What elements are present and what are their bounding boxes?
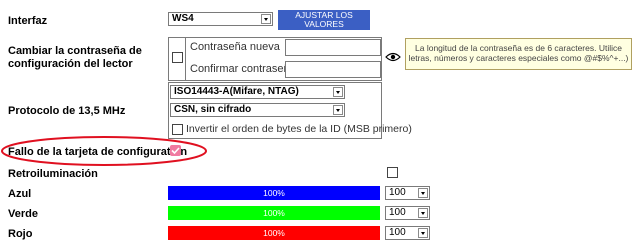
red-level-bar[interactable]: 100%	[168, 226, 380, 240]
chevron-down-icon	[418, 208, 428, 218]
confirm-password-field[interactable]	[285, 61, 381, 78]
backlight-label: Retroiluminación	[8, 168, 98, 180]
chevron-down-icon	[418, 228, 428, 238]
blue-level-bar[interactable]: 100%	[168, 186, 380, 200]
chevron-down-icon	[418, 188, 428, 198]
password-section-label: Cambiar la contraseña de configuración d…	[8, 45, 142, 70]
protocol-label: Protocolo de 13,5 MHz	[8, 105, 126, 117]
protocol-mode-value: CSN, sin cifrado	[174, 104, 252, 115]
chevron-down-icon	[333, 105, 343, 115]
interfaz-select-value: WS4	[172, 13, 194, 24]
eye-icon[interactable]	[385, 51, 401, 63]
divider	[185, 37, 186, 81]
green-level-bar[interactable]: 100%	[168, 206, 380, 220]
chevron-down-icon	[261, 14, 271, 24]
red-label: Rojo	[8, 228, 33, 240]
new-password-field[interactable]	[285, 39, 381, 56]
blue-label: Azul	[8, 188, 32, 200]
chevron-down-icon	[333, 87, 343, 97]
reset-defaults-button[interactable]: AJUSTAR LOS VALORES PREDETERMINADOS DE W…	[278, 10, 370, 47]
protocol-mode-select[interactable]: CSN, sin cifrado	[170, 103, 345, 117]
protocol-standard-select[interactable]: ISO14443-A(Mifare, NTAG)	[170, 85, 345, 99]
new-password-label: Contraseña nueva	[190, 41, 280, 53]
blue-value: 100	[389, 187, 406, 198]
password-enable-checkbox[interactable]	[172, 52, 183, 63]
interfaz-label: Interfaz	[8, 15, 48, 27]
protocol-standard-value: ISO14443-A(Mifare, NTAG)	[174, 86, 299, 97]
green-value-select[interactable]: 100	[385, 206, 430, 220]
invert-byte-order-label: Invertir el orden de bytes de la ID (MSB…	[186, 123, 412, 135]
password-hint: La longitud de la contraseña es de 6 car…	[405, 38, 632, 70]
highlight-ellipse	[1, 136, 207, 166]
green-label: Verde	[8, 208, 38, 220]
blue-value-select[interactable]: 100	[385, 186, 430, 200]
red-value-select[interactable]: 100	[385, 226, 430, 240]
backlight-checkbox[interactable]	[387, 167, 398, 178]
red-value: 100	[389, 227, 406, 238]
interfaz-select[interactable]: WS4	[168, 12, 273, 26]
green-value: 100	[389, 207, 406, 218]
confirm-password-label: Confirmar contraseña	[190, 63, 296, 75]
